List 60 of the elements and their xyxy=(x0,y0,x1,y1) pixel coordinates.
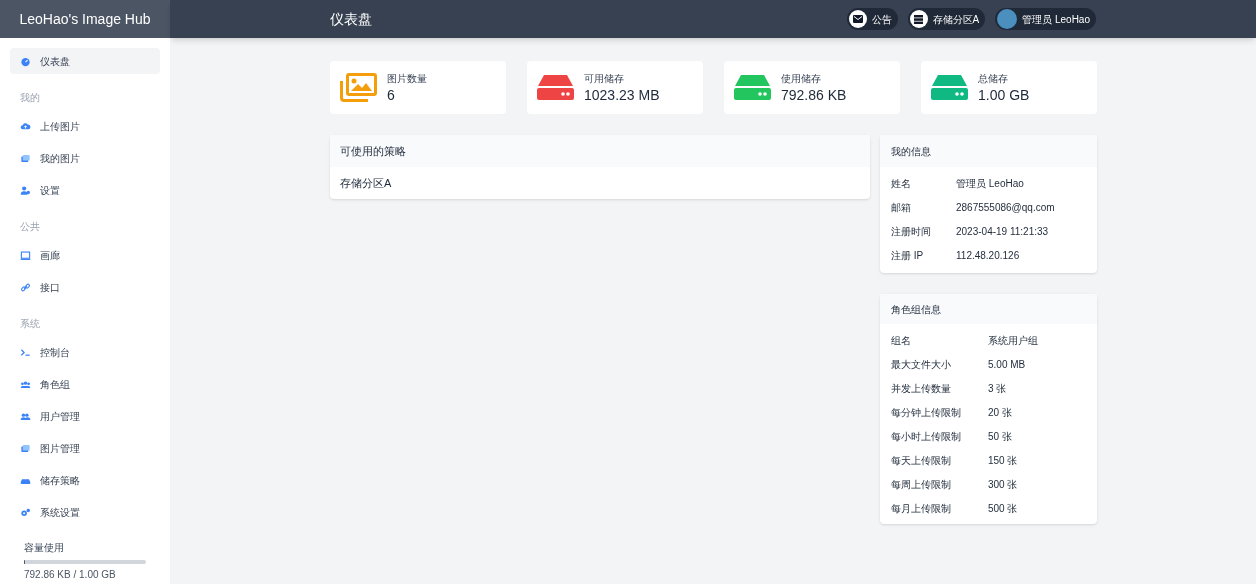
user-menu[interactable]: 管理员 LeoHao xyxy=(995,8,1096,30)
user-gear-icon xyxy=(20,184,31,196)
header-button[interactable]: 公告 xyxy=(846,8,898,30)
stat-value: 6 xyxy=(387,86,396,104)
info-label: 每天上传限制 xyxy=(891,453,952,468)
info-value: 20 张 xyxy=(988,405,1012,420)
info-value: 150 张 xyxy=(988,453,1018,468)
info-value: 300 张 xyxy=(988,477,1018,492)
images-icon xyxy=(20,152,31,164)
info-value: 3 张 xyxy=(988,381,1007,396)
info-label: 邮箱 xyxy=(891,200,912,215)
info-label: 每小时上传限制 xyxy=(891,429,962,444)
brand-title: LeoHao's Image Hub xyxy=(19,9,151,29)
info-label: 组名 xyxy=(891,333,912,348)
stat-label: 使用储存 xyxy=(781,72,822,86)
info-label: 姓名 xyxy=(891,176,912,191)
card-title: 角色组信息 xyxy=(880,294,1097,324)
info-label: 最大文件大小 xyxy=(891,357,952,372)
stat-value: 792.86 KB xyxy=(781,86,847,104)
info-label: 注册时间 xyxy=(891,224,932,239)
header-button[interactable]: 存储分区A xyxy=(907,8,986,30)
card-title: 可使用的策略 xyxy=(330,135,870,167)
info-value: 112.48.20.126 xyxy=(956,248,1020,263)
gears-icon xyxy=(20,506,31,518)
capacity-reading: 792.86 KB / 1.00 GB xyxy=(24,568,117,582)
sidebar-item[interactable]: 仪表盘 xyxy=(10,48,160,74)
info-label: 并发上传数量 xyxy=(891,381,952,396)
capacity-label: 容量使用 xyxy=(24,541,65,555)
info-value: 2867555086@qq.com xyxy=(956,200,1055,215)
stat-value: 1.00 GB xyxy=(978,86,1030,104)
stat-label: 图片数量 xyxy=(387,72,427,86)
info-value: 5.00 MB xyxy=(988,357,1026,372)
database-icon xyxy=(909,10,928,28)
info-label: 每分钟上传限制 xyxy=(891,405,962,420)
card-title: 我的信息 xyxy=(880,135,1097,167)
nav-section-label: 系统 xyxy=(19,317,41,331)
mail-icon xyxy=(848,10,867,28)
info-value: 系统用户组 xyxy=(988,333,1038,348)
info-value: 50 张 xyxy=(988,429,1012,444)
stat-value: 1023.23 MB xyxy=(584,86,660,104)
link-icon xyxy=(20,281,31,293)
monitor-icon xyxy=(20,249,31,261)
images-icon xyxy=(20,442,31,454)
strategy-item: 存储分区A xyxy=(339,175,393,191)
users-icon xyxy=(20,410,31,422)
stat-label: 总储存 xyxy=(978,72,1009,86)
nav-section-label: 我的 xyxy=(19,91,41,105)
users-icon xyxy=(20,378,31,390)
info-label: 每月上传限制 xyxy=(891,501,952,516)
gauge-icon xyxy=(20,55,31,67)
info-value: 500 张 xyxy=(988,501,1018,516)
nav-section-label: 公共 xyxy=(19,220,41,234)
info-value: 管理员 LeoHao xyxy=(956,176,1024,191)
stat-label: 可用储存 xyxy=(584,72,625,86)
avatar-icon xyxy=(997,9,1018,29)
info-label: 注册 IP xyxy=(891,248,925,263)
page-title: 仪表盘 xyxy=(330,9,372,29)
info-label: 每周上传限制 xyxy=(891,477,952,492)
cloud-upload-icon xyxy=(20,120,31,132)
info-value: 2023-04-19 11:21:33 xyxy=(956,224,1049,239)
